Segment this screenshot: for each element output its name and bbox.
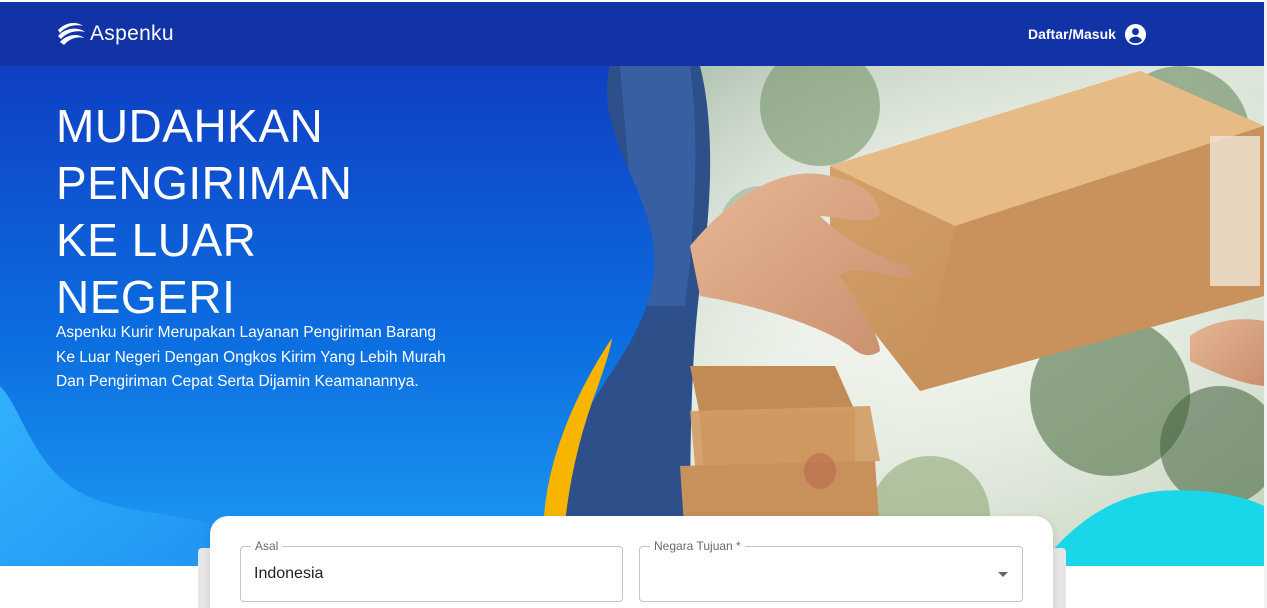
top-navbar: Aspenku Daftar/Masuk: [0, 2, 1264, 66]
hero-title-line: NEGERI: [56, 271, 236, 323]
shipping-form-card: Asal Negara Tujuan *: [210, 516, 1053, 608]
aspenku-logo-icon: [58, 22, 85, 45]
hero-title-line: MUDAHKAN: [56, 100, 324, 152]
hero-description-line: Dan Pengiriman Cepat Serta Dijamin Keama…: [56, 373, 419, 390]
chevron-down-icon[interactable]: [998, 572, 1008, 577]
hero-description-line: Aspenku Kurir Merupakan Layanan Pengirim…: [56, 324, 436, 341]
destination-label: Negara Tujuan *: [650, 539, 745, 553]
origin-label: Asal: [251, 539, 283, 553]
top-strip: [0, 0, 1267, 2]
page: Aspenku Daftar/Masuk MUDAHKAN PENGIRIMAN…: [0, 0, 1267, 608]
brand-logo[interactable]: Aspenku: [56, 18, 174, 50]
account-circle-icon: [1124, 23, 1146, 45]
brand-name: Aspenku: [90, 22, 174, 45]
destination-select[interactable]: Negara Tujuan *: [639, 539, 1023, 602]
hero-title-line: KE LUAR: [56, 214, 257, 266]
origin-field[interactable]: Asal: [240, 539, 623, 602]
hero-title: MUDAHKAN PENGIRIMAN KE LUAR NEGERI: [56, 98, 476, 326]
hero-description-line: Ke Luar Negeri Dengan Ongkos Kirim Yang …: [56, 348, 446, 366]
hero-description: Aspenku Kurir Merupakan Layanan Pengirim…: [56, 321, 476, 395]
origin-input[interactable]: [254, 565, 594, 583]
login-register-button[interactable]: Daftar/Masuk: [1028, 22, 1147, 46]
login-register-label: Daftar/Masuk: [1028, 26, 1116, 42]
hero-title-line: PENGIRIMAN: [56, 157, 353, 209]
